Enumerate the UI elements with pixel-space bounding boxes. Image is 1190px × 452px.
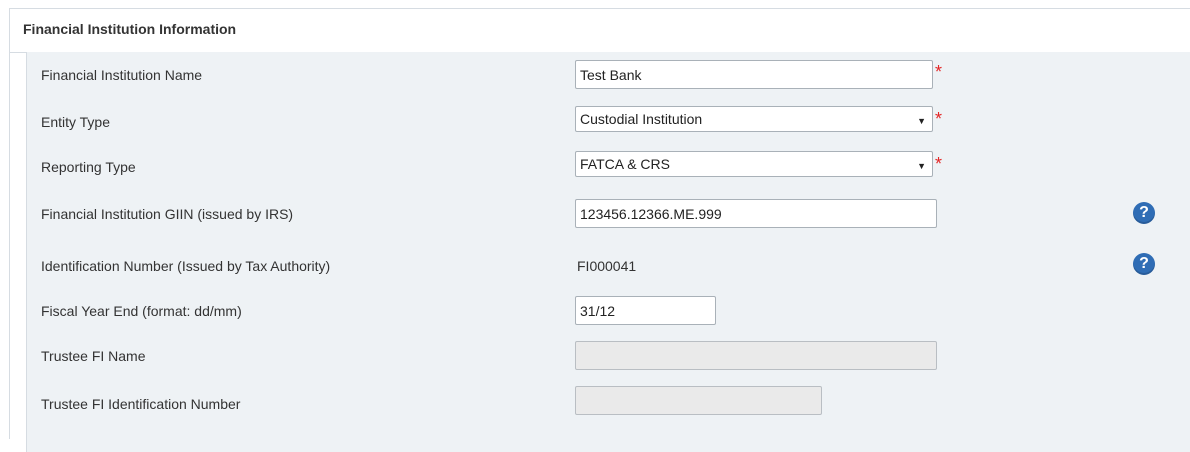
required-asterisk: * [935,154,943,174]
giin-input[interactable] [575,199,937,228]
reporting-type-select[interactable]: FATCA & CRS ▼ [575,151,933,177]
entity-type-value: Custodial Institution [580,111,703,127]
section-title: Financial Institution Information [23,21,237,37]
entity-type-select[interactable]: Custodial Institution ▼ [575,106,933,132]
trustee-fi-name-input[interactable] [575,341,937,370]
identification-number-value: FI000041 [577,258,637,274]
required-asterisk: * [935,109,943,129]
trustee-fi-id-input[interactable] [575,386,822,415]
chevron-down-icon: ▼ [917,116,926,126]
required-asterisk: * [935,62,943,82]
fiscal-year-end-label: Fiscal Year End (format: dd/mm) [41,303,242,319]
help-icon[interactable]: ? [1133,253,1155,275]
fi-name-label: Financial Institution Name [41,67,203,83]
help-icon[interactable]: ? [1133,202,1155,224]
reporting-type-value: FATCA & CRS [580,156,670,172]
entity-type-label: Entity Type [41,114,111,130]
trustee-fi-name-label: Trustee FI Name [41,348,146,364]
reporting-type-label: Reporting Type [41,159,136,175]
fi-name-input[interactable] [575,60,933,89]
chevron-down-icon: ▼ [917,161,926,171]
fiscal-year-end-input[interactable] [575,296,716,325]
giin-label: Financial Institution GIIN (issued by IR… [41,206,294,222]
trustee-fi-id-label: Trustee FI Identification Number [41,396,241,412]
identification-number-label: Identification Number (Issued by Tax Aut… [41,258,331,274]
